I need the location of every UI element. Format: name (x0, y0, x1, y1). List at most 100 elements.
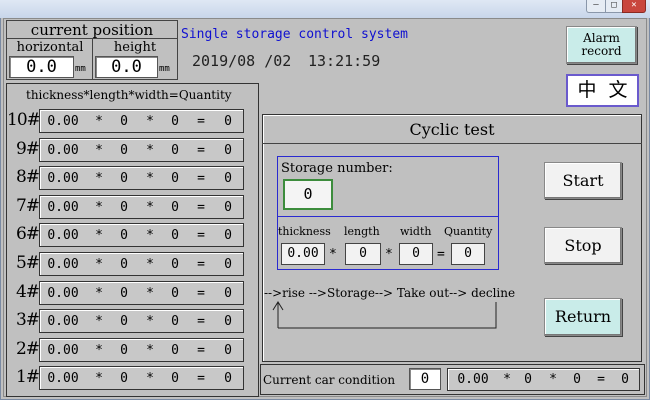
row-star2: * (146, 313, 154, 329)
table-row[interactable]: 0.00 * 0 * 0 = 0 (39, 252, 244, 276)
cyclic-title: Cyclic test (409, 120, 495, 139)
table-row[interactable]: 0.00 * 0 * 0 = 0 (39, 109, 244, 133)
close-button[interactable]: ✕ (622, 0, 646, 13)
row-label: 8# (15, 167, 40, 187)
header-quantity: Quantity (178, 88, 232, 102)
row-star2: * (146, 199, 154, 215)
row-thickness: 0.00 (47, 342, 79, 358)
table-row[interactable]: 0.00 * 0 * 0 = 0 (39, 223, 244, 247)
col-quantity: Quantity (444, 225, 493, 238)
horizontal-unit: mm (75, 64, 86, 74)
horizontal-label: horizontal (16, 40, 84, 55)
car-condition-value: 0 (409, 368, 441, 390)
row-star2: * (146, 113, 154, 129)
row-star2: * (146, 142, 154, 158)
header-width: width (134, 88, 169, 102)
row-length: 0 (120, 313, 128, 329)
row-label: 7# (15, 196, 40, 216)
col-thickness: thickness (278, 225, 331, 238)
row-star1: * (95, 199, 103, 215)
header-length: length (89, 88, 129, 102)
car-condition-label: Current car condition (263, 373, 396, 387)
row-thickness: 0.00 (47, 370, 79, 386)
row-quantity: 0 (224, 113, 232, 129)
cyclic-title-divider (262, 143, 642, 144)
width-input[interactable]: 0 (399, 243, 433, 265)
quantity-input[interactable]: 0 (451, 243, 485, 265)
table-row[interactable]: 0.00 * 0 * 0 = 0 (39, 195, 244, 219)
row-star1: * (95, 170, 103, 186)
row-star2: * (146, 256, 154, 272)
row-quantity: 0 (224, 313, 232, 329)
row-star1: * (95, 285, 103, 301)
row-label: 2# (15, 339, 40, 359)
cyclic-eq: = (437, 247, 445, 262)
header-thickness: thickness (26, 88, 84, 102)
row-length: 0 (120, 170, 128, 186)
thickness-input[interactable]: 0.00 (281, 243, 325, 265)
row-label: 10# (7, 110, 41, 130)
row-quantity: 0 (224, 170, 232, 186)
minimize-button[interactable]: – (586, 0, 606, 13)
row-length: 0 (120, 285, 128, 301)
row-width: 0 (171, 285, 179, 301)
stop-button[interactable]: Stop (544, 227, 622, 264)
row-eq: = (197, 256, 205, 272)
row-width: 0 (171, 370, 179, 386)
row-star1: * (95, 313, 103, 329)
row-eq: = (197, 342, 205, 358)
table-row[interactable]: 0.00 * 0 * 0 = 0 (39, 281, 244, 305)
start-button[interactable]: Start (544, 162, 622, 199)
row-quantity: 0 (224, 370, 232, 386)
storage-number-input[interactable]: 0 (283, 179, 333, 210)
system-title: Single storage control system (181, 27, 408, 42)
maximize-button[interactable]: □ (605, 0, 623, 13)
row-thickness: 0.00 (47, 170, 79, 186)
row-length: 0 (120, 342, 128, 358)
row-eq: = (197, 170, 205, 186)
row-eq: = (197, 227, 205, 243)
row-quantity: 0 (224, 199, 232, 215)
time-display: 13:21:59 (308, 52, 381, 70)
row-eq: = (197, 285, 205, 301)
table-row[interactable]: 0.00 * 0 * 0 = 0 (39, 138, 244, 162)
summary-width: 0 (573, 372, 581, 387)
language-button[interactable]: 中 文 (566, 74, 639, 107)
summary-thickness: 0.00 (457, 372, 489, 387)
table-row[interactable]: 0.00 * 0 * 0 = 0 (39, 309, 244, 333)
cyclic-star2: * (385, 247, 393, 262)
row-star2: * (146, 170, 154, 186)
horizontal-value: 0.0 (9, 56, 74, 78)
row-quantity: 0 (224, 342, 232, 358)
summary-length: 0 (524, 372, 532, 387)
summary-star1: * (503, 372, 511, 387)
row-width: 0 (171, 113, 179, 129)
col-length: length (344, 225, 380, 238)
row-label: 5# (15, 253, 40, 273)
row-quantity: 0 (224, 142, 232, 158)
row-length: 0 (120, 256, 128, 272)
alarm-record-button[interactable]: Alarm record (566, 26, 637, 64)
summary-star2: * (549, 372, 557, 387)
row-eq: = (197, 113, 205, 129)
row-thickness: 0.00 (47, 227, 79, 243)
row-thickness: 0.00 (47, 199, 79, 215)
row-star1: * (95, 113, 103, 129)
title-bar[interactable] (0, 0, 650, 18)
row-star2: * (146, 285, 154, 301)
row-label: 6# (15, 224, 40, 244)
row-label: 9# (15, 139, 40, 159)
row-eq: = (197, 199, 205, 215)
table-row[interactable]: 0.00 * 0 * 0 = 0 (39, 338, 244, 362)
row-quantity: 0 (224, 227, 232, 243)
row-width: 0 (171, 142, 179, 158)
date-display: 2019/08 /02 (192, 52, 292, 70)
table-row[interactable]: 0.00 * 0 * 0 = 0 (39, 366, 244, 390)
row-eq: = (197, 370, 205, 386)
table-row[interactable]: 0.00 * 0 * 0 = 0 (39, 166, 244, 190)
row-length: 0 (120, 370, 128, 386)
return-button[interactable]: Return (544, 298, 622, 336)
row-length: 0 (120, 142, 128, 158)
length-input[interactable]: 0 (345, 243, 381, 265)
row-width: 0 (171, 256, 179, 272)
